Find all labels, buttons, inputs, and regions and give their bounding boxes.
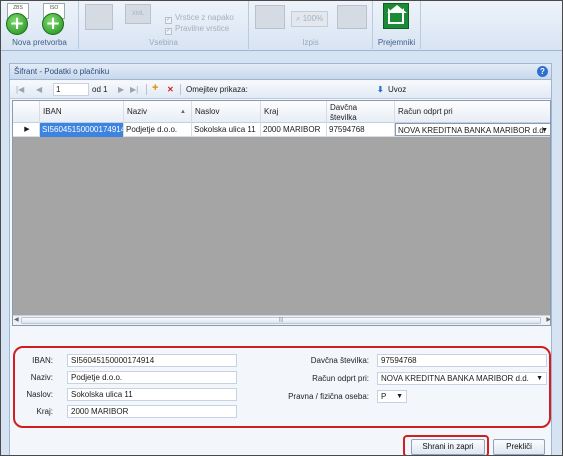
cell-kraj[interactable]: 2000 MARIBOR (261, 123, 327, 137)
add-record-icon[interactable]: + (152, 82, 158, 95)
scroll-left-icon[interactable]: ◀ (14, 316, 19, 323)
prev-record-icon[interactable]: ◀ (36, 83, 42, 96)
table-row[interactable]: ▶ SI56045150000174914 Podjetje d.o.o. So… (13, 123, 550, 137)
kraj-field[interactable]: 2000 MARIBOR (67, 405, 237, 418)
column-header-naslov[interactable]: Naslov (192, 101, 261, 123)
ribbon-group-recipients: Prejemniki (373, 1, 421, 49)
zoom-icon: ⌕ (296, 14, 303, 23)
panel-title-bar: Šifrant - Podatki o plačniku ? (10, 64, 551, 80)
naslov-field[interactable]: Sokolska ulica 11 (67, 388, 237, 401)
new-conversion-zbs-button[interactable]: ZBS + (3, 3, 33, 37)
last-record-icon[interactable]: ▶| (130, 83, 138, 96)
toolbar-separator (180, 84, 181, 95)
davcna-label: Davčna številka: (310, 356, 369, 365)
zoom-label: 100% (302, 14, 324, 23)
column-header-davcna-label: Davčna številka (330, 103, 358, 122)
davcna-field[interactable]: 97594768 (377, 354, 547, 367)
grid-header: IBAN Naziv ▲ Naslov Kraj Davčna številka … (13, 101, 550, 123)
iban-label: IBAN: (32, 356, 53, 365)
preview-icon[interactable] (255, 5, 285, 29)
racun-label: Račun odprt pri: (312, 374, 369, 383)
sort-ascending-icon: ▲ (180, 109, 186, 115)
naziv-label: Naziv: (30, 373, 53, 382)
errors-rows-label: Vrstice z napako (175, 13, 234, 22)
naslov-label: Naslov: (26, 390, 53, 399)
column-header-naziv[interactable]: Naziv ▲ (124, 101, 192, 123)
delete-record-icon[interactable]: ✕ (167, 83, 174, 96)
column-header-kraj[interactable]: Kraj (261, 101, 327, 123)
column-header-davcna[interactable]: Davčna številka (327, 101, 395, 123)
scroll-right-icon[interactable]: ▶ (546, 316, 550, 323)
cell-iban[interactable]: SI56045150000174914 (40, 123, 124, 137)
payer-grid: IBAN Naziv ▲ Naslov Kraj Davčna številka … (12, 100, 551, 326)
help-icon[interactable]: ? (537, 66, 548, 77)
house-body-shape (388, 8, 404, 24)
ribbon-group-print: ⌕ 100% Izpis (249, 1, 373, 49)
chevron-down-icon[interactable]: ▼ (536, 373, 543, 384)
toolbar-separator (146, 84, 147, 95)
row-selector-arrow-icon[interactable]: ▶ (13, 123, 40, 137)
kraj-label: Kraj: (36, 407, 53, 416)
zoom-button[interactable]: ⌕ 100% (291, 11, 329, 27)
next-record-icon[interactable]: ▶ (118, 83, 124, 96)
ribbon-group-new: ZBS + ISO + Nova pretvorba (1, 1, 79, 49)
ribbon-group-content: XML ✓ Vrstice z napako ✓ Pravilne vrstice … (79, 1, 249, 49)
filter-label: Omejitev prikaza: (186, 85, 248, 94)
cancel-button[interactable]: Prekliči (493, 439, 545, 455)
chevron-down-icon[interactable]: ▼ (396, 391, 403, 402)
new-conversion-iso-button[interactable]: ISO + (39, 3, 69, 37)
column-header-iban[interactable]: IBAN (40, 101, 124, 123)
panel-title: Šifrant - Podatki o plačniku (14, 67, 110, 76)
ribbon: ZBS + ISO + Nova pretvorba XML ✓ Vrstice … (1, 1, 562, 51)
save-disk-icon[interactable] (85, 4, 113, 30)
oseba-value: P (381, 392, 387, 401)
scroll-thumb[interactable]: ||| (21, 317, 541, 324)
record-count-label: od 1 (92, 85, 108, 94)
cell-naslov[interactable]: Sokolska ulica 11 (192, 123, 261, 137)
import-button[interactable]: Uvoz (388, 83, 406, 96)
ribbon-group-recipients-label: Prejemniki (377, 38, 416, 47)
xml-export-icon[interactable]: XML (125, 4, 151, 24)
ribbon-group-print-label: Izpis (302, 38, 319, 47)
horizontal-scrollbar[interactable]: ◀ ||| ▶ (13, 315, 550, 325)
row-indicator-header (13, 101, 40, 123)
valid-rows-label: Pravilne vrstice (175, 24, 230, 33)
column-header-naziv-label: Naziv (127, 107, 148, 116)
ribbon-group-new-label: Nova pretvorba (12, 38, 67, 47)
cell-davcna[interactable]: 97594768 (327, 123, 395, 137)
oseba-dropdown[interactable]: P ▼ (377, 390, 407, 403)
naziv-field[interactable]: Podjetje d.o.o. (67, 371, 237, 384)
cell-racun: NOVA KREDITNA BANKA MARIBOR d.d. (398, 126, 546, 135)
racun-value: NOVA KREDITNA BANKA MARIBOR d.d. (381, 374, 529, 383)
app-window: ZBS + ISO + Nova pretvorba XML ✓ Vrstice … (0, 0, 563, 456)
plus-icon: + (6, 13, 28, 35)
valid-rows-checkbox[interactable]: ✓ Pravilne vrstice (165, 24, 229, 35)
cell-naziv[interactable]: Podjetje d.o.o. (124, 123, 192, 137)
payer-detail-form: IBAN: SI56045150000174914 Naziv: Podjetj… (13, 346, 551, 428)
racun-dropdown[interactable]: NOVA KREDITNA BANKA MARIBOR d.d. ▼ (377, 372, 547, 385)
printer-icon[interactable] (337, 5, 367, 29)
column-header-racun[interactable]: Račun odprt pri (395, 101, 550, 123)
chevron-down-icon[interactable]: ▼ (541, 124, 548, 135)
oseba-label: Pravna / fizična oseba: (288, 392, 369, 401)
ribbon-group-content-label: Vsebina (149, 38, 178, 47)
navigator-toolbar: |◀ ◀ 1 od 1 ▶ ▶| + ✕ Omejitev prikaza: ⬇… (10, 81, 551, 99)
errors-rows-checkbox[interactable]: ✓ Vrstice z napako (165, 13, 234, 24)
save-and-close-button[interactable]: Shrani in zapri (411, 439, 485, 455)
record-position-input[interactable]: 1 (53, 83, 89, 96)
cell-racun-dropdown[interactable]: NOVA KREDITNA BANKA MARIBOR d.d. ▼ (395, 123, 550, 136)
recipients-house-icon[interactable] (383, 3, 409, 29)
import-arrow-icon[interactable]: ⬇ (377, 83, 384, 96)
first-record-icon[interactable]: |◀ (16, 83, 24, 96)
plus-icon: + (42, 13, 64, 35)
iban-field[interactable]: SI56045150000174914 (67, 354, 237, 367)
